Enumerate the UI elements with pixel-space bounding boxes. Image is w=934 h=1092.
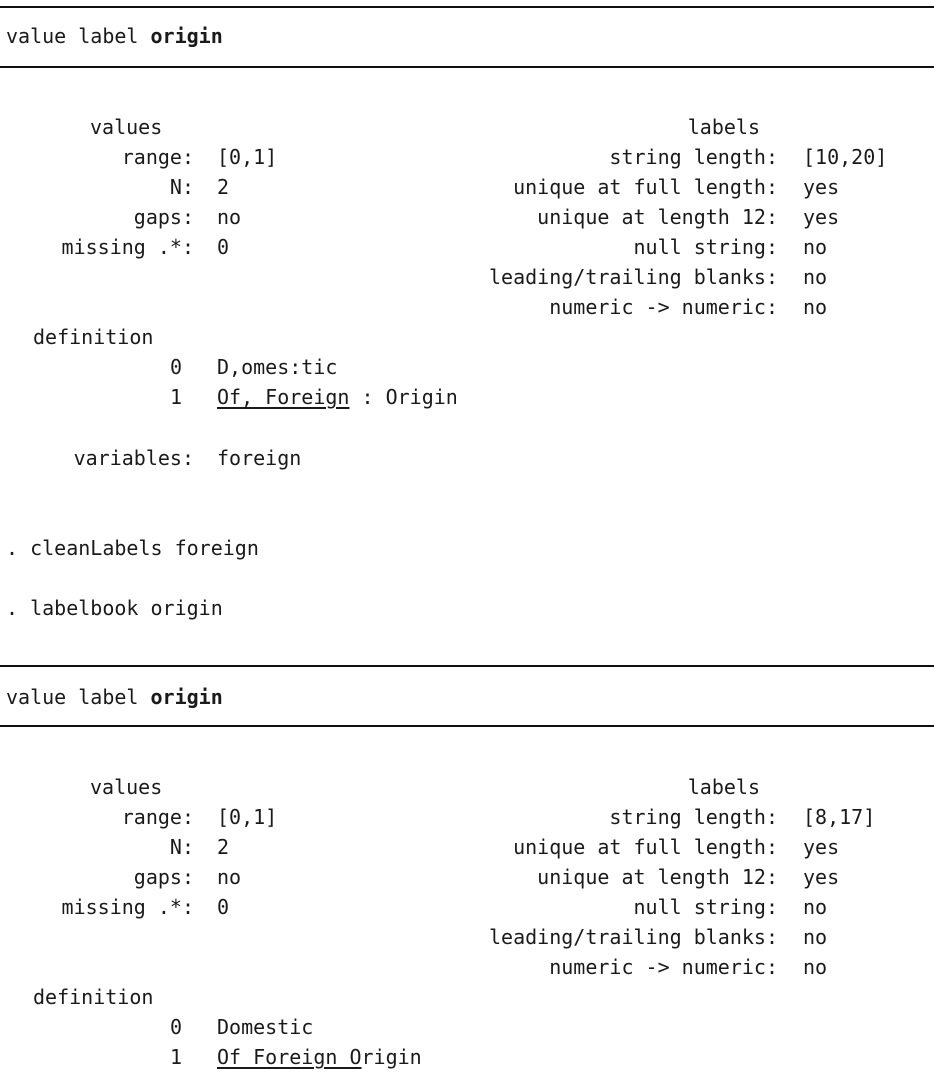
unique-full-value: yes — [803, 175, 840, 199]
unique-full-value-2: yes — [803, 835, 840, 859]
labels-heading-2: labels — [687, 775, 760, 799]
label-rest: : Origin — [349, 385, 458, 409]
null-string-value: no — [803, 235, 828, 259]
gaps-label-2: gaps: — [133, 865, 194, 889]
header-rule-2 — [0, 725, 934, 727]
variables-label: variables: — [73, 446, 194, 470]
range-value: [0,1] — [217, 145, 278, 169]
label-rest: rigin — [361, 1045, 422, 1069]
n-value-2: 2 — [217, 835, 230, 859]
range-label: range: — [121, 145, 194, 169]
leading-trailing-value-2: no — [803, 925, 828, 949]
missing-value: 0 — [217, 235, 230, 259]
null-string-label: null string: — [633, 235, 779, 259]
string-length-label: string length: — [609, 145, 778, 169]
definition-heading: definition — [33, 325, 154, 349]
gaps-label: gaps: — [133, 205, 194, 229]
numeric-numeric-label: numeric -> numeric: — [549, 295, 778, 319]
missing-label: missing .*: — [61, 235, 194, 259]
unique-12-label: unique at length 12: — [537, 205, 778, 229]
null-string-label-2: null string: — [633, 895, 779, 919]
numeric-numeric-value-2: no — [803, 955, 828, 979]
command-labelbook: . labelbook origin — [6, 596, 223, 620]
underlined-label-part: Of, Foreign — [217, 385, 350, 409]
underlined-label-part: Of Foreign O — [217, 1045, 362, 1069]
leading-trailing-label-2: leading/trailing blanks: — [489, 925, 778, 949]
gaps-value: no — [217, 205, 242, 229]
header-rule — [0, 66, 934, 68]
label-name: origin — [150, 24, 223, 48]
command-cleanlabels: . cleanLabels foreign — [6, 536, 259, 560]
leading-trailing-value: no — [803, 265, 828, 289]
label-name: origin — [150, 685, 223, 709]
range-value-2: [0,1] — [217, 805, 278, 829]
n-value: 2 — [217, 175, 230, 199]
definition-label-0-2: Domestic — [217, 1015, 314, 1039]
value-label-prefix: value label — [6, 685, 139, 709]
definition-value-1: 1 — [169, 385, 182, 409]
numeric-numeric-label-2: numeric -> numeric: — [549, 955, 778, 979]
definition-label-0: D,omes:tic — [217, 355, 338, 379]
unique-full-label-2: unique at full length: — [513, 835, 778, 859]
string-length-value: [10,20] — [803, 145, 888, 169]
unique-full-label: unique at full length: — [513, 175, 778, 199]
top-rule — [0, 6, 934, 8]
n-label-2: N: — [169, 835, 194, 859]
value-label-prefix: value label — [6, 24, 139, 48]
definition-value-1-2: 1 — [169, 1045, 182, 1069]
null-string-value-2: no — [803, 895, 828, 919]
range-label-2: range: — [121, 805, 194, 829]
string-length-value-2: [8,17] — [803, 805, 876, 829]
definition-value-0-2: 0 — [169, 1015, 182, 1039]
variables-value: foreign — [217, 446, 302, 470]
gaps-value-2: no — [217, 865, 242, 889]
leading-trailing-label: leading/trailing blanks: — [489, 265, 778, 289]
missing-value-2: 0 — [217, 895, 230, 919]
unique-12-value-2: yes — [803, 865, 840, 889]
definition-label-1-2: Of Foreign Origin — [217, 1045, 422, 1069]
definition-heading-2: definition — [33, 985, 154, 1009]
missing-label-2: missing .*: — [61, 895, 194, 919]
value-label-header-2: value label origin — [6, 685, 223, 709]
unique-12-value: yes — [803, 205, 840, 229]
value-label-header: value label origin — [6, 24, 223, 48]
unique-12-label-2: unique at length 12: — [537, 865, 778, 889]
values-heading: values — [90, 115, 163, 139]
top-rule-2 — [0, 665, 934, 667]
values-heading-2: values — [90, 775, 163, 799]
n-label: N: — [169, 175, 194, 199]
definition-label-1: Of, Foreign : Origin — [217, 385, 458, 409]
numeric-numeric-value: no — [803, 295, 828, 319]
string-length-label-2: string length: — [609, 805, 778, 829]
labels-heading: labels — [687, 115, 760, 139]
definition-value-0: 0 — [169, 355, 182, 379]
